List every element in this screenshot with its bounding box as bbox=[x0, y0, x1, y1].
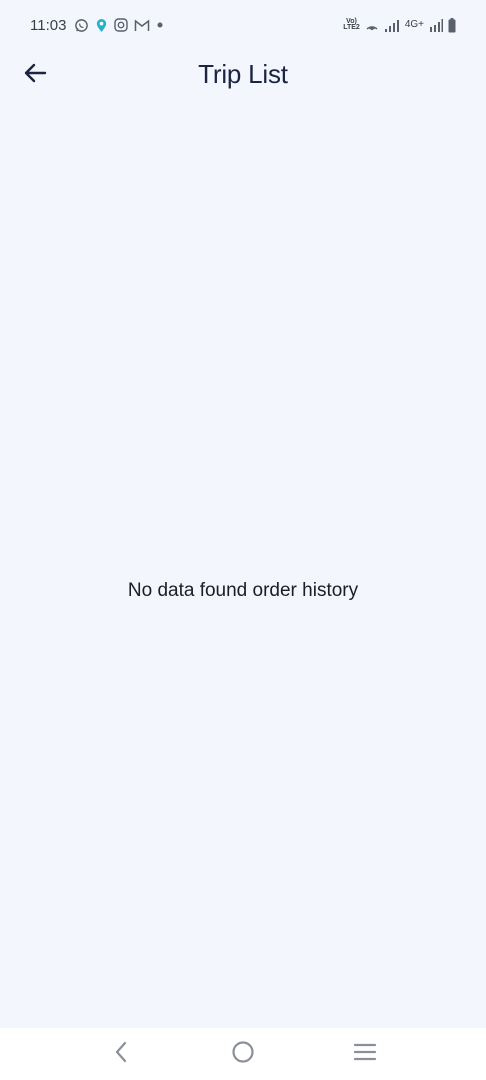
volte-bottom: LTE2 bbox=[343, 24, 360, 31]
arrow-left-icon bbox=[23, 62, 47, 89]
volte-indicator: Vo) LTE2 bbox=[343, 18, 360, 32]
status-left: 11:03 bbox=[30, 17, 164, 34]
system-nav-bar bbox=[0, 1028, 486, 1080]
page-title: Trip List bbox=[198, 58, 288, 89]
instagram-icon bbox=[114, 17, 129, 33]
battery-icon bbox=[448, 17, 456, 33]
screen: 11:03 Vo) LTE2 4G+ Trip List No data fou… bbox=[0, 0, 486, 1080]
back-nav-icon bbox=[113, 1041, 129, 1068]
dot-icon bbox=[156, 17, 164, 33]
empty-state-message: No data found order history bbox=[127, 580, 359, 601]
back-nav-button[interactable] bbox=[96, 1034, 146, 1074]
home-nav-button[interactable] bbox=[218, 1034, 268, 1074]
menu-nav-icon bbox=[353, 1042, 377, 1067]
whatsapp-icon bbox=[74, 17, 89, 33]
back-button[interactable] bbox=[18, 58, 52, 92]
app-header: Trip List bbox=[0, 50, 486, 98]
home-nav-icon bbox=[231, 1040, 255, 1069]
signal-icon-2 bbox=[429, 17, 443, 33]
status-time: 11:03 bbox=[30, 16, 67, 34]
location-pin-icon bbox=[95, 17, 108, 33]
status-bar: 11:03 Vo) LTE2 4G+ bbox=[0, 0, 486, 50]
status-right: Vo) LTE2 4G+ bbox=[343, 17, 456, 33]
network-type: 4G+ bbox=[404, 19, 424, 30]
menu-nav-button[interactable] bbox=[340, 1034, 390, 1074]
signal-icon bbox=[384, 17, 400, 33]
gmail-icon bbox=[134, 17, 150, 33]
hotspot-icon bbox=[365, 17, 379, 33]
